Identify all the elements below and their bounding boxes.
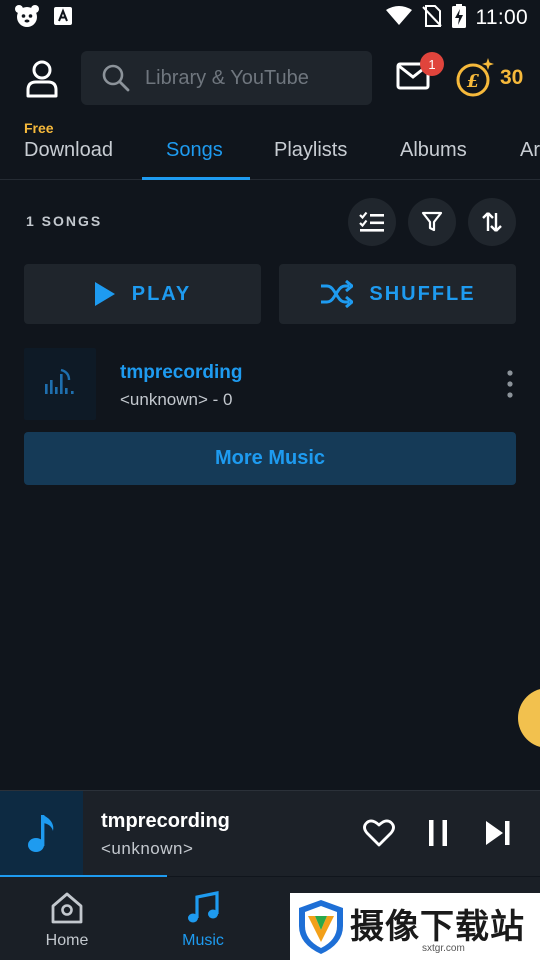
tab-artists[interactable]: Ar (520, 118, 540, 180)
tab-label: Songs (166, 139, 223, 161)
tab-label: Playlists (274, 139, 348, 161)
user-icon (26, 60, 58, 98)
shuffle-button[interactable]: SHUFFLE (279, 264, 516, 324)
app-header: Library & YouTube 1 £ 30 (0, 50, 540, 108)
tab-playlists[interactable]: Playlists (274, 118, 354, 180)
search-input[interactable]: Library & YouTube (81, 51, 372, 105)
floating-emoji-button[interactable] (518, 688, 540, 748)
search-placeholder: Library & YouTube (145, 66, 309, 89)
coin-icon: £ (456, 58, 494, 97)
free-tag: Free (24, 120, 54, 136)
status-time: 11:00 (475, 6, 528, 29)
multi-select-button[interactable] (348, 198, 396, 246)
checklist-icon (359, 211, 384, 232)
now-playing-title: tmprecording (101, 810, 230, 832)
nav-music[interactable]: Music (153, 877, 253, 960)
mini-player[interactable]: tmprecording <unknown> (0, 790, 540, 878)
tab-albums[interactable]: Albums (400, 118, 480, 180)
filter-button[interactable] (408, 198, 456, 246)
heart-icon (363, 819, 395, 847)
tab-label: Ar (520, 139, 540, 161)
pet-face-icon (14, 4, 40, 33)
play-all-button[interactable]: PLAY (24, 264, 261, 324)
song-subtitle: <unknown> - 0 (120, 390, 233, 409)
music-app-screen: 11:00 Library & YouTube 1 £ 30 Free Down… (0, 0, 540, 960)
sort-button[interactable] (468, 198, 516, 246)
songs-count: 1 SONGS (26, 213, 103, 229)
no-sim-icon (421, 4, 442, 32)
shuffle-icon (321, 280, 354, 308)
favorite-button[interactable] (361, 815, 397, 851)
mini-player-artwork (0, 791, 83, 875)
profile-button[interactable] (22, 58, 62, 98)
tab-songs[interactable]: Songs (166, 118, 236, 180)
audio-file-icon (45, 368, 74, 394)
filter-icon (421, 211, 443, 232)
skip-next-icon (486, 821, 510, 845)
tab-download[interactable]: Free Download (24, 118, 124, 180)
nav-label: Music (182, 932, 224, 949)
music-notes-icon (188, 891, 219, 923)
status-bar: 11:00 (0, 0, 540, 36)
nav-label: Home (45, 932, 89, 949)
active-tab-indicator (142, 177, 250, 180)
pause-button[interactable] (420, 815, 456, 851)
pause-icon (429, 820, 447, 846)
play-icon (94, 282, 115, 306)
song-title: tmprecording (120, 362, 243, 383)
shield-logo-icon (299, 899, 343, 954)
song-thumbnail (24, 348, 96, 420)
play-label: PLAY (131, 282, 192, 305)
now-playing-artist: <unknown> (101, 839, 194, 858)
svg-text:£: £ (467, 71, 480, 92)
library-tabs: Free Download Songs Playlists Albums Ar (0, 118, 540, 180)
song-more-button[interactable] (496, 366, 524, 402)
site-watermark: 摄像下载站 sxtgr.com (290, 893, 540, 960)
home-icon (51, 892, 83, 924)
font-a-icon (54, 6, 72, 30)
watermark-url: sxtgr.com (422, 943, 465, 954)
music-note-icon (27, 815, 53, 852)
shuffle-label: SHUFFLE (369, 282, 476, 305)
sort-icon (482, 212, 502, 232)
nav-home[interactable]: Home (17, 877, 117, 960)
song-list-item[interactable]: tmprecording <unknown> - 0 (0, 346, 540, 420)
more-vertical-icon (507, 370, 513, 398)
songs-toolbar: 1 SONGS (0, 198, 540, 246)
more-music-button[interactable]: More Music (24, 432, 516, 485)
battery-charging-icon (451, 3, 466, 33)
coins-button[interactable]: £ 30 (456, 58, 523, 98)
search-icon (102, 64, 130, 92)
watermark-text: 摄像下载站 (350, 907, 525, 947)
tab-label: Download (24, 139, 113, 161)
wifi-icon (385, 5, 412, 31)
mail-notification-badge: 1 (420, 52, 444, 76)
tab-label: Albums (400, 139, 467, 161)
next-track-button[interactable] (480, 815, 516, 851)
coin-count: 30 (500, 66, 524, 89)
